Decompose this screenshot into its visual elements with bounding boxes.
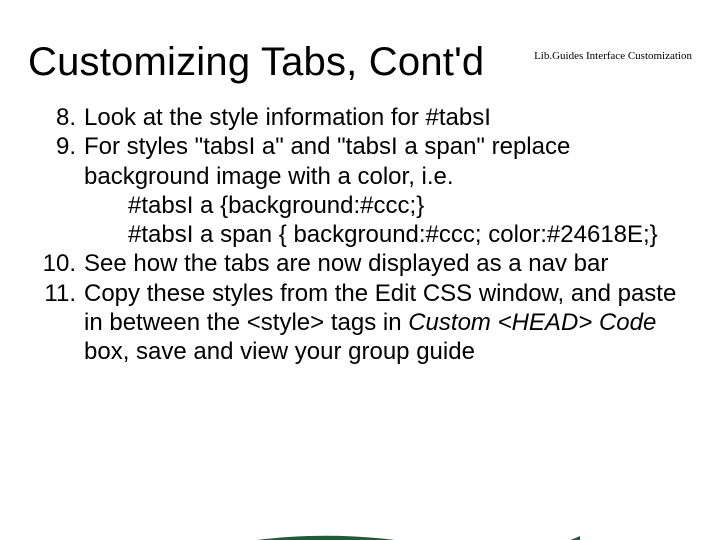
list-item: 11. Copy these styles from the Edit CSS …	[64, 279, 692, 367]
item-number: 9.	[28, 132, 76, 161]
header-label: Lib.Guides Interface Customization	[534, 50, 692, 62]
item-number: 11.	[28, 279, 76, 308]
content-list: 8. Look at the style information for #ta…	[28, 103, 692, 366]
item-text: For styles "tabsI a" and "tabsI a span" …	[84, 133, 570, 189]
footer: Michigan State University Libraries © Mi…	[0, 532, 720, 540]
item-text: See how the tabs are now displayed as a …	[84, 250, 608, 277]
code-line: #tabsI a span { background:#ccc; color:#…	[84, 220, 692, 249]
item-number: 10.	[28, 249, 76, 278]
item-text-italic: Custom <HEAD> Code	[408, 309, 656, 336]
list-item: 10. See how the tabs are now displayed a…	[64, 249, 692, 278]
list-item: 8. Look at the style information for #ta…	[64, 103, 692, 132]
item-number: 8.	[28, 103, 76, 132]
list-item: 9. For styles "tabsI a" and "tabsI a spa…	[64, 132, 692, 249]
swoosh-graphic	[160, 524, 580, 540]
item-text-suffix: box, save and view your group guide	[84, 338, 475, 365]
slide-title: Customizing Tabs, Cont'd	[28, 40, 692, 85]
slide: Lib.Guides Interface Customization Custo…	[0, 40, 720, 540]
code-line: #tabsI a {background:#ccc;}	[84, 191, 692, 220]
item-text: Look at the style information for #tabsI	[84, 104, 491, 131]
